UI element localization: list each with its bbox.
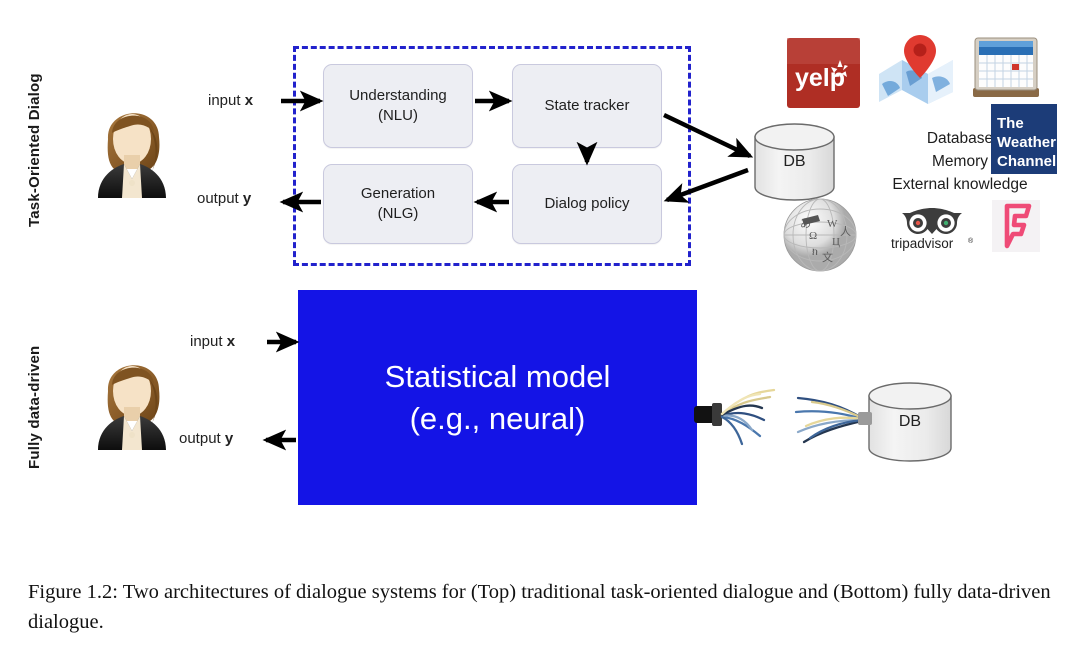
yelp-logo-text: yelp bbox=[795, 64, 845, 92]
pipeline-box-nlu-label: Understanding (NLU) bbox=[349, 86, 447, 126]
pipeline-box-nlg[interactable]: Generation (NLG) bbox=[323, 164, 473, 244]
cable-bundle-icon bbox=[690, 370, 880, 465]
output-label-top: output y bbox=[197, 190, 251, 207]
nlu-line2: (NLU) bbox=[377, 107, 418, 124]
weather-channel-line2: Weather bbox=[997, 134, 1056, 151]
calendar-icon bbox=[970, 32, 1042, 102]
output-variable: y bbox=[242, 190, 252, 207]
statistical-model-label: Statistical model (e.g., neural) bbox=[385, 356, 611, 440]
section-label-task-oriented: Task-Oriented Dialog bbox=[26, 73, 43, 227]
svg-text:®: ® bbox=[968, 237, 974, 245]
tripadvisor-logo-text: tripadvisor bbox=[891, 236, 954, 251]
nlu-line1: Understanding bbox=[349, 87, 447, 105]
knowledge-line-external: External knowledge bbox=[892, 175, 1028, 193]
input-label-text: input bbox=[190, 333, 227, 350]
weather-channel-logo: The Weather Channel bbox=[991, 104, 1057, 174]
section-label-fully-data-driven: Fully data-driven bbox=[26, 345, 43, 470]
statistical-model-box[interactable]: Statistical model (e.g., neural) bbox=[298, 290, 697, 505]
svg-text:W: W bbox=[827, 218, 838, 230]
svg-text:ክ: ክ bbox=[812, 246, 818, 258]
database-cylinder-top: DB bbox=[752, 123, 837, 201]
figure-caption-text: Two architectures of dialogue systems fo… bbox=[28, 581, 1051, 633]
user-avatar-top bbox=[86, 93, 178, 198]
svg-text:人: 人 bbox=[840, 225, 851, 238]
input-variable: x bbox=[244, 92, 254, 109]
svg-text:文: 文 bbox=[822, 250, 833, 264]
figure-caption: Figure 1.2: Two architectures of dialogu… bbox=[28, 578, 1052, 637]
wikipedia-globe-logo: ΩW Цክ 人あ 文 bbox=[780, 193, 860, 273]
pipeline-box-state-tracker[interactable]: State tracker bbox=[512, 64, 662, 148]
pipeline-box-nlu[interactable]: Understanding (NLU) bbox=[323, 64, 473, 148]
pipeline-box-nlg-label: Generation (NLG) bbox=[361, 184, 435, 224]
input-variable: x bbox=[226, 333, 236, 350]
user-avatar-bottom bbox=[86, 345, 178, 450]
yelp-logo: yelp bbox=[787, 38, 860, 108]
statistical-model-line1: Statistical model bbox=[384, 358, 611, 394]
output-label-text: output bbox=[179, 430, 225, 447]
output-label-bottom: output y bbox=[179, 430, 233, 447]
output-label-text: output bbox=[197, 190, 243, 207]
input-label-top: input x bbox=[208, 92, 253, 109]
foursquare-logo bbox=[992, 200, 1040, 252]
weather-channel-line3: Channel bbox=[997, 153, 1056, 170]
weather-channel-line1: The bbox=[997, 115, 1024, 132]
map-pin-icon bbox=[876, 30, 956, 108]
svg-text:Ц: Ц bbox=[832, 236, 840, 248]
input-label-text: input bbox=[208, 92, 245, 109]
pipeline-box-dialog-policy[interactable]: Dialog policy bbox=[512, 164, 662, 244]
svg-text:Ω: Ω bbox=[809, 230, 817, 242]
database-label-top: DB bbox=[783, 153, 806, 170]
dialog-policy-label: Dialog policy bbox=[544, 195, 630, 213]
state-tracker-label: State tracker bbox=[544, 97, 630, 115]
tripadvisor-logo: tripadvisor ® bbox=[890, 205, 975, 251]
output-variable: y bbox=[224, 430, 234, 447]
figure-diagram: Task-Oriented Dialog Fully data-driven i… bbox=[0, 0, 1080, 560]
figure-caption-label: Figure 1.2: bbox=[28, 581, 118, 603]
statistical-model-line2: (e.g., neural) bbox=[409, 400, 586, 436]
input-label-bottom: input x bbox=[190, 333, 235, 350]
nlg-line1: Generation bbox=[360, 185, 436, 203]
nlg-line2: (NLG) bbox=[377, 205, 419, 222]
